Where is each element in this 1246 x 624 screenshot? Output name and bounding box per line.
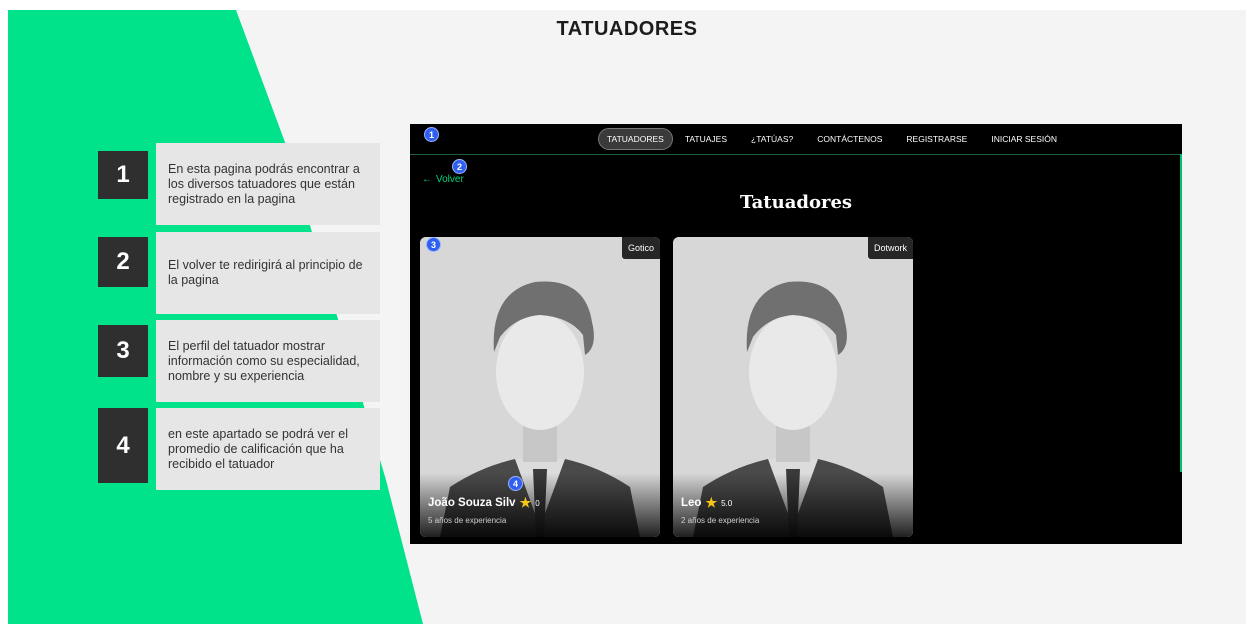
step-number: 2: [98, 237, 148, 287]
nav-item-tatuajes[interactable]: TATUAJES: [673, 128, 739, 150]
annotation-badge-1: 1: [424, 127, 439, 142]
step-description: El perfil del tatuador mostrar informaci…: [156, 320, 380, 402]
nav-item-contactenos[interactable]: CONTÁCTENOS: [805, 128, 894, 150]
tattoo-artist-card[interactable]: Dotwork Leo ★ 5.0 2 años de experiencia: [673, 237, 913, 537]
star-icon: ★: [519, 495, 532, 510]
tattoo-artist-card[interactable]: Gotico João Souza Silv ★ 0 5 años de exp…: [420, 237, 660, 537]
annotation-badge-4: 4: [508, 476, 523, 491]
step-description: en este apartado se podrá ver el promedi…: [156, 408, 380, 490]
rating-value: 0: [535, 498, 540, 508]
rating-value: 5.0: [721, 498, 733, 508]
nav-item-tatuadores[interactable]: TATUADORES: [598, 128, 673, 150]
nav-item-iniciar-sesion[interactable]: INICIAR SESIÓN: [979, 128, 1069, 150]
step-number: 4: [98, 408, 148, 483]
nav-menu: TATUADORES TATUAJES ¿TATÚAS? CONTÁCTENOS…: [598, 128, 1069, 150]
experience-text: 5 años de experiencia: [428, 516, 507, 525]
specialty-badge: Dotwork: [867, 237, 913, 259]
step-number: 1: [98, 151, 148, 199]
step-number: 3: [98, 325, 148, 377]
star-icon: ★: [705, 495, 718, 510]
slide-title: TATUADORES: [556, 18, 698, 40]
page-title: Tatuadores: [739, 192, 853, 213]
step-description: El volver te redirigirá al principio de …: [156, 232, 380, 314]
specialty-badge: Gotico: [621, 237, 660, 259]
step-1: 1 En esta pagina podrás encontrar a los …: [98, 143, 380, 231]
step-description: En esta pagina podrás encontrar a los di…: [156, 143, 380, 225]
experience-text: 2 años de experiencia: [681, 516, 760, 525]
step-2: 2 El volver te redirigirá al principio d…: [98, 232, 380, 320]
navbar: TATUADORES TATUAJES ¿TATÚAS? CONTÁCTENOS…: [410, 124, 1182, 155]
card-name: Leo ★ 5.0: [681, 495, 732, 511]
nav-item-tatuas[interactable]: ¿TATÚAS?: [739, 128, 805, 150]
annotation-badge-3: 3: [426, 237, 441, 252]
arrow-left-icon: ←: [422, 174, 432, 185]
step-progress-bar: [156, 227, 270, 231]
slide: TATUADORES 1 En esta pagina podrás encon…: [8, 10, 1246, 624]
annotation-badge-2: 2: [452, 159, 467, 174]
step-4: 4 en este apartado se podrá ver el prome…: [98, 408, 380, 492]
back-link[interactable]: ← Volver: [422, 174, 464, 185]
step-progress-bar: [156, 403, 352, 407]
step-3: 3 El perfil del tatuador mostrar informa…: [98, 320, 380, 408]
artist-name: João Souza Silv: [428, 497, 516, 509]
back-label: Volver: [436, 174, 464, 185]
app-screenshot: TATUADORES TATUAJES ¿TATÚAS? CONTÁCTENOS…: [410, 124, 1182, 544]
nav-item-registrarse[interactable]: REGISTRARSE: [894, 128, 979, 150]
card-name: João Souza Silv ★ 0: [428, 495, 540, 511]
artist-name: Leo: [681, 497, 702, 509]
